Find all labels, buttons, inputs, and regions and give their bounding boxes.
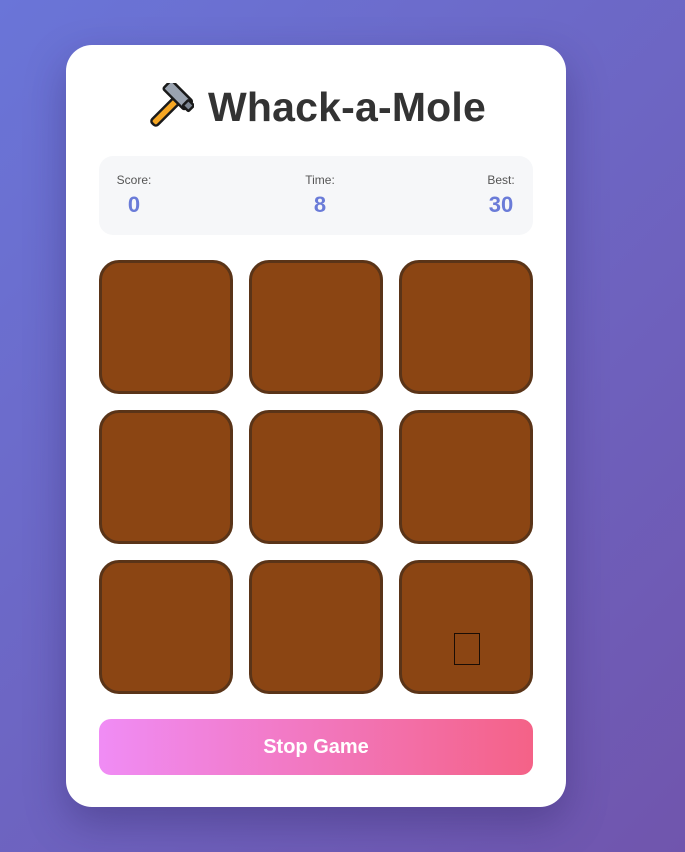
mole-icon[interactable] (454, 633, 480, 665)
time-stat: Time: 8 (303, 173, 337, 218)
game-title: Whack-a-Mole (207, 83, 487, 130)
hole-2[interactable] (249, 260, 383, 394)
best-stat: Best: 30 (486, 173, 516, 218)
hammer-icon (146, 79, 195, 131)
best-value: 30 (488, 192, 514, 217)
stats-panel: Score: 0 Time: 8 Best: 30 (99, 156, 533, 235)
stop-game-button[interactable]: Stop Game (99, 719, 533, 775)
time-value: 8 (313, 192, 327, 217)
hole-3[interactable] (399, 260, 533, 394)
hole-7[interactable] (99, 560, 233, 694)
hole-1[interactable] (99, 260, 233, 394)
score-label: Score: (116, 173, 152, 187)
mole-grid (99, 260, 533, 694)
title-bar: Whack-a-Mole (66, 79, 566, 135)
hole-6[interactable] (399, 410, 533, 544)
game-card: Whack-a-Mole Score: 0 Time: 8 Best: 30 S… (66, 45, 566, 807)
score-value: 0 (127, 192, 141, 217)
time-label: Time: (305, 173, 335, 187)
hole-4[interactable] (99, 410, 233, 544)
hole-8[interactable] (249, 560, 383, 694)
hole-5[interactable] (249, 410, 383, 544)
best-label: Best: (487, 173, 515, 187)
score-stat: Score: 0 (116, 173, 152, 218)
hole-9[interactable] (399, 560, 533, 694)
